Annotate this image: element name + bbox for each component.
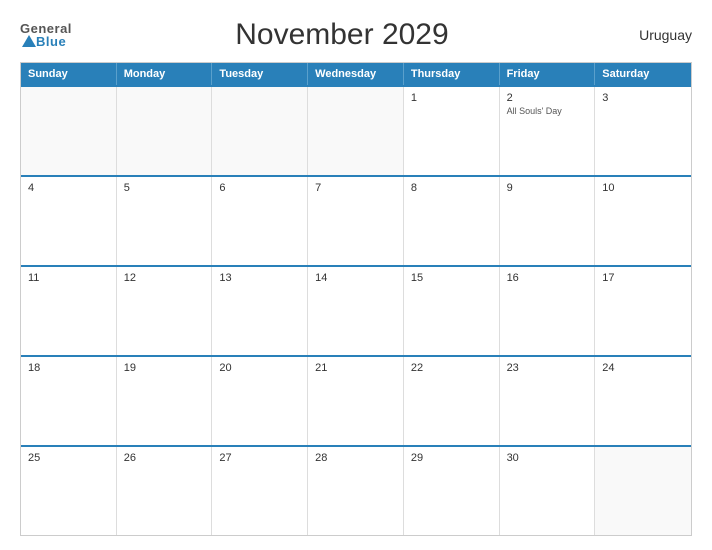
day-number: 16 <box>507 272 588 284</box>
calendar-cell: 28 <box>308 447 404 535</box>
page-title: November 2029 <box>72 18 612 52</box>
calendar-cell: 7 <box>308 177 404 265</box>
calendar-header-saturday: Saturday <box>595 63 691 85</box>
calendar-cell: 13 <box>212 267 308 355</box>
day-number: 28 <box>315 452 396 464</box>
calendar-cell: 1 <box>404 87 500 175</box>
calendar-cell: 20 <box>212 357 308 445</box>
holiday-label: All Souls' Day <box>507 106 588 117</box>
logo-triangle-icon <box>22 35 36 47</box>
day-number: 4 <box>28 182 109 194</box>
calendar-cell: 10 <box>595 177 691 265</box>
calendar-cell: 18 <box>21 357 117 445</box>
calendar-week-5: 25 26 27 28 29 30 <box>21 445 691 535</box>
day-number: 27 <box>219 452 300 464</box>
calendar-cell: 8 <box>404 177 500 265</box>
calendar-cell: 30 <box>500 447 596 535</box>
day-number: 15 <box>411 272 492 284</box>
calendar-cell: 27 <box>212 447 308 535</box>
calendar-cell: 6 <box>212 177 308 265</box>
day-number: 24 <box>602 362 684 374</box>
day-number: 17 <box>602 272 684 284</box>
calendar-cell: 29 <box>404 447 500 535</box>
calendar-header-wednesday: Wednesday <box>308 63 404 85</box>
calendar-cell: 2 All Souls' Day <box>500 87 596 175</box>
calendar-week-3: 11 12 13 14 15 16 17 <box>21 265 691 355</box>
calendar-week-1: 1 2 All Souls' Day 3 <box>21 85 691 175</box>
calendar-header-row: SundayMondayTuesdayWednesdayThursdayFrid… <box>21 63 691 85</box>
day-number: 22 <box>411 362 492 374</box>
calendar-cell: 9 <box>500 177 596 265</box>
calendar-header-friday: Friday <box>500 63 596 85</box>
logo: General Blue <box>20 22 72 48</box>
calendar-week-4: 18 19 20 21 22 23 24 <box>21 355 691 445</box>
calendar-cell: 25 <box>21 447 117 535</box>
calendar-cell: 26 <box>117 447 213 535</box>
day-number: 9 <box>507 182 588 194</box>
calendar-cell: 14 <box>308 267 404 355</box>
day-number: 1 <box>411 92 492 104</box>
day-number: 12 <box>124 272 205 284</box>
day-number: 5 <box>124 182 205 194</box>
calendar-cell: 24 <box>595 357 691 445</box>
calendar-cell: 12 <box>117 267 213 355</box>
day-number: 3 <box>602 92 684 104</box>
calendar-cell: 23 <box>500 357 596 445</box>
day-number: 29 <box>411 452 492 464</box>
calendar-cell: 3 <box>595 87 691 175</box>
calendar-cell: 4 <box>21 177 117 265</box>
day-number: 11 <box>28 272 109 284</box>
calendar-header-monday: Monday <box>117 63 213 85</box>
country-label: Uruguay <box>612 27 692 43</box>
calendar-cell <box>308 87 404 175</box>
calendar-cell: 22 <box>404 357 500 445</box>
calendar-page: General Blue November 2029 Uruguay Sunda… <box>0 0 712 550</box>
day-number: 23 <box>507 362 588 374</box>
calendar-body: 12All Souls' Day345678910111213141516171… <box>21 85 691 535</box>
day-number: 14 <box>315 272 396 284</box>
day-number: 21 <box>315 362 396 374</box>
logo-blue-text: Blue <box>36 35 66 48</box>
calendar-cell <box>595 447 691 535</box>
calendar-cell: 11 <box>21 267 117 355</box>
calendar-week-2: 4 5 6 7 8 9 10 <box>21 175 691 265</box>
calendar-cell: 19 <box>117 357 213 445</box>
calendar-cell <box>212 87 308 175</box>
day-number: 2 <box>507 92 588 104</box>
calendar-cell <box>21 87 117 175</box>
day-number: 30 <box>507 452 588 464</box>
calendar-cell: 5 <box>117 177 213 265</box>
calendar-cell: 16 <box>500 267 596 355</box>
day-number: 18 <box>28 362 109 374</box>
calendar-cell: 15 <box>404 267 500 355</box>
day-number: 6 <box>219 182 300 194</box>
calendar-cell: 17 <box>595 267 691 355</box>
day-number: 25 <box>28 452 109 464</box>
calendar-header-sunday: Sunday <box>21 63 117 85</box>
day-number: 7 <box>315 182 396 194</box>
page-header: General Blue November 2029 Uruguay <box>20 18 692 52</box>
day-number: 20 <box>219 362 300 374</box>
day-number: 26 <box>124 452 205 464</box>
day-number: 8 <box>411 182 492 194</box>
day-number: 10 <box>602 182 684 194</box>
day-number: 13 <box>219 272 300 284</box>
calendar-header-tuesday: Tuesday <box>212 63 308 85</box>
day-number: 19 <box>124 362 205 374</box>
calendar-grid: SundayMondayTuesdayWednesdayThursdayFrid… <box>20 62 692 536</box>
calendar-cell <box>117 87 213 175</box>
calendar-header-thursday: Thursday <box>404 63 500 85</box>
calendar-cell: 21 <box>308 357 404 445</box>
